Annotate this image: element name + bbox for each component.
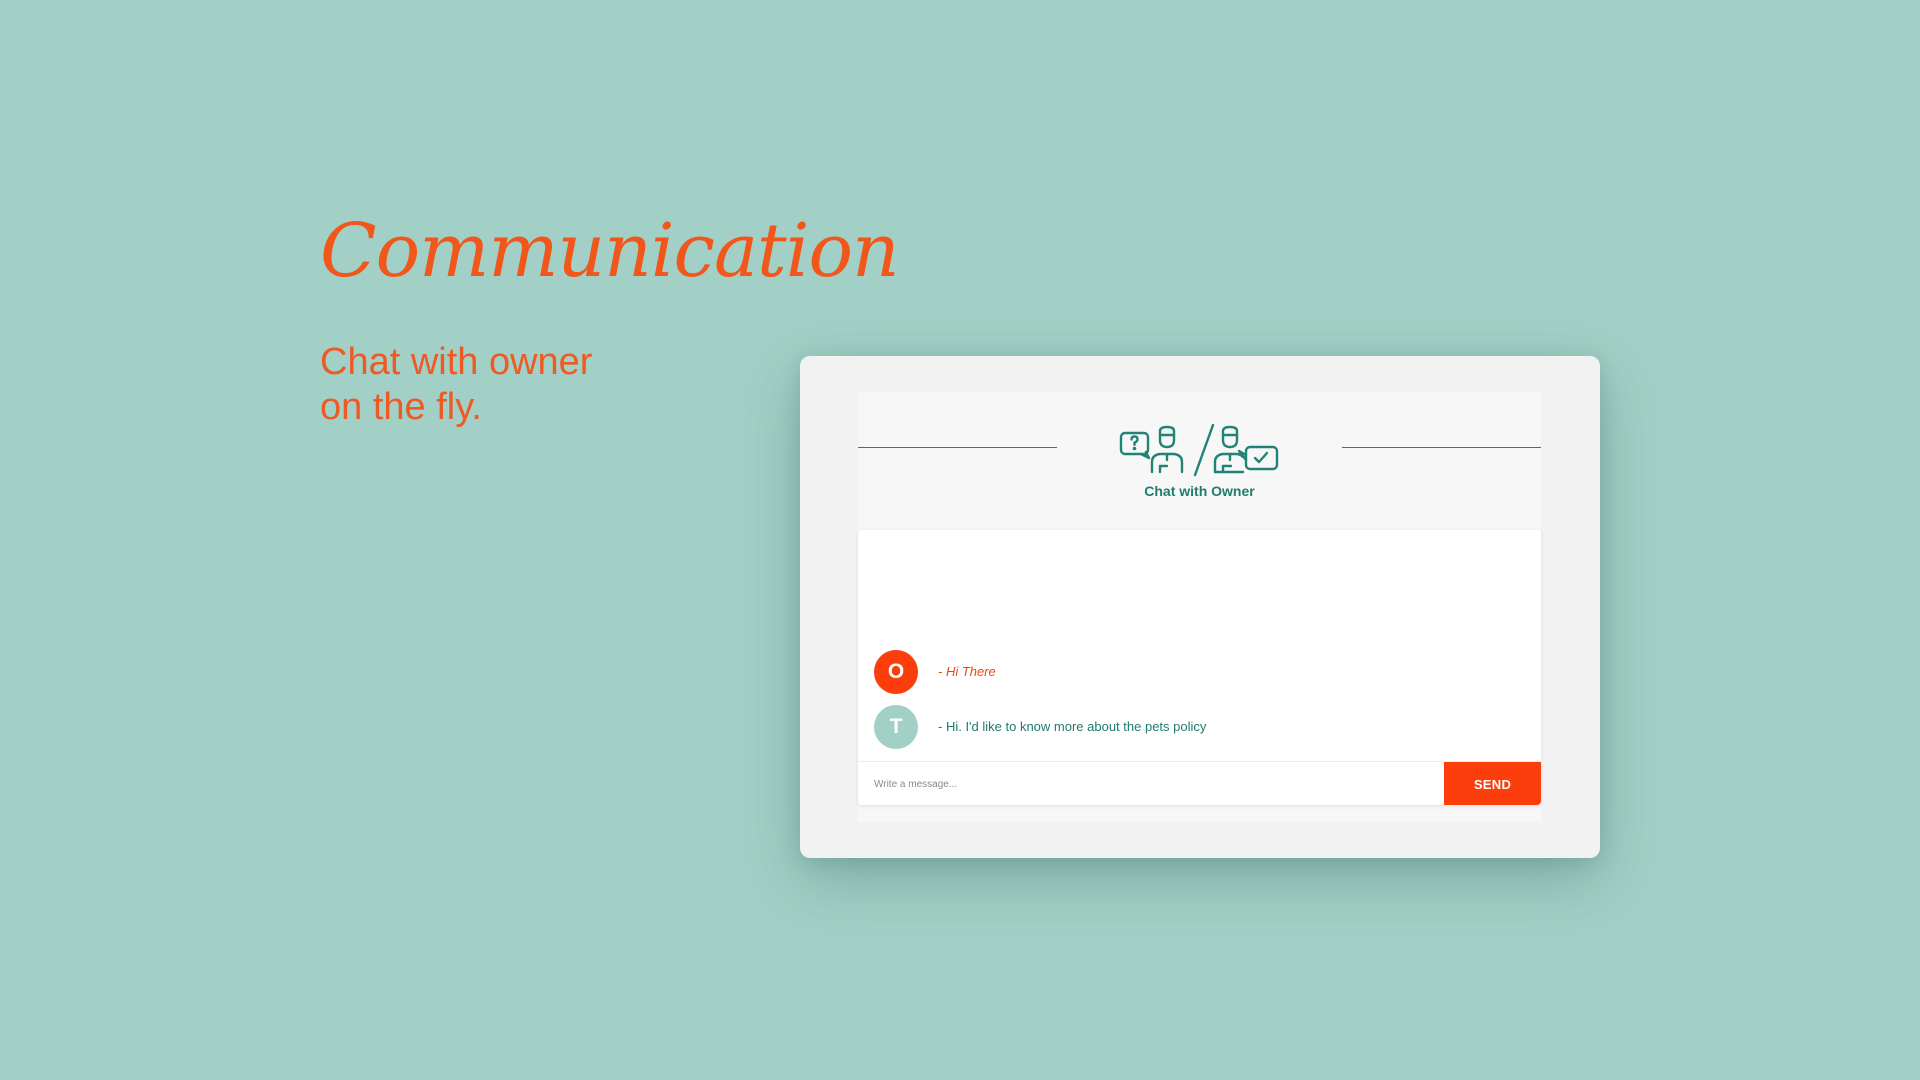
avatar-owner: O <box>874 650 918 694</box>
message-item-tenant: T - Hi. I'd like to know more about the … <box>874 705 1524 749</box>
header-divider-right <box>1342 447 1541 448</box>
chat-panel: Chat with Owner O - Hi There T - Hi. I'd… <box>858 392 1541 822</box>
message-text: - Hi. I'd like to know more about the pe… <box>938 719 1207 734</box>
header-divider-left <box>858 447 1057 448</box>
chat-title: Chat with Owner <box>1144 483 1255 499</box>
chat-question-answer-people-icon <box>1119 423 1279 477</box>
avatar-tenant: T <box>874 705 918 749</box>
chat-header: Chat with Owner <box>858 392 1541 524</box>
send-button[interactable]: SEND <box>1444 762 1541 805</box>
hero-subtitle: Chat with owner on the fly. <box>320 340 680 430</box>
message-input[interactable] <box>858 762 1444 805</box>
message-item-owner: O - Hi There <box>874 650 1524 694</box>
chat-card: Chat with Owner O - Hi There T - Hi. I'd… <box>800 356 1600 858</box>
hero-subtitle-line-1: Chat with owner <box>320 341 593 383</box>
hero-subtitle-line-2: on the fly. <box>320 386 482 428</box>
message-text: - Hi There <box>938 664 996 679</box>
message-list[interactable]: O - Hi There T - Hi. I'd like to know mo… <box>858 530 1541 760</box>
hero-title: Communication <box>320 208 900 294</box>
chat-window: O - Hi There T - Hi. I'd like to know mo… <box>858 530 1541 805</box>
message-composer: SEND <box>858 761 1541 805</box>
